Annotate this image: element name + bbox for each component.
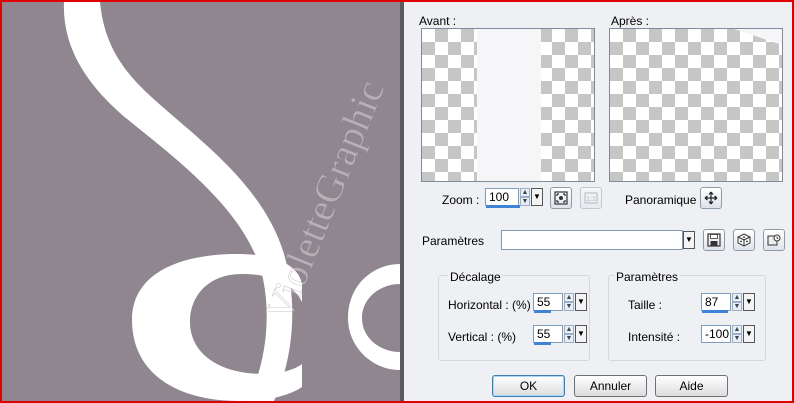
size-level-bar — [702, 310, 728, 313]
svg-text:1:1: 1:1 — [586, 196, 596, 203]
cancel-button[interactable]: Annuler — [574, 375, 647, 397]
chevron-down-icon: ▼ — [745, 297, 753, 306]
preset-manager-icon — [767, 234, 781, 246]
spin-down-icon[interactable]: ▼ — [520, 197, 530, 206]
presets-dropdown-button[interactable]: ▼ — [683, 231, 695, 249]
randomize-button[interactable] — [733, 229, 755, 251]
save-preset-button[interactable] — [703, 229, 725, 251]
intensity-label: Intensité : — [628, 330, 681, 344]
help-button[interactable]: Aide — [655, 375, 728, 397]
vertical-spinner[interactable]: ▲ ▼ — [564, 325, 574, 343]
before-preview-shape — [477, 29, 541, 181]
chevron-down-icon: ▼ — [745, 329, 753, 338]
params-group-title: Paramètres — [614, 270, 681, 284]
spin-up-icon[interactable]: ▲ — [732, 293, 742, 302]
zoom-level-bar — [486, 205, 520, 208]
presets-combobox[interactable] — [501, 230, 683, 250]
fit-window-icon — [554, 191, 568, 205]
spin-down-icon[interactable]: ▼ — [564, 302, 574, 311]
offset-group — [438, 275, 590, 361]
ok-button[interactable]: OK — [492, 375, 565, 397]
size-value: 87 — [705, 295, 719, 309]
horizontal-input[interactable]: 55 — [533, 293, 563, 313]
intensity-spinner[interactable]: ▲ ▼ — [732, 325, 742, 343]
zoom-spinner[interactable]: ▲ ▼ — [520, 188, 530, 206]
spin-down-icon[interactable]: ▼ — [732, 334, 742, 343]
chevron-down-icon: ▼ — [533, 192, 541, 201]
save-disk-icon — [707, 233, 721, 247]
after-preview-shape — [734, 29, 782, 45]
params-group — [608, 275, 766, 361]
after-label: Après : — [611, 14, 650, 28]
vertical-value: 55 — [537, 327, 551, 341]
spin-down-icon[interactable]: ▼ — [732, 302, 742, 311]
zoom-value: 100 — [489, 190, 510, 204]
decorative-swirl-graphic: VioletteGraphic — [2, 2, 400, 401]
preset-manager-button[interactable] — [763, 229, 785, 251]
move-arrows-icon — [704, 191, 718, 205]
zoom-fit-button[interactable] — [550, 187, 572, 209]
chevron-down-icon: ▼ — [685, 235, 693, 244]
spin-up-icon[interactable]: ▲ — [564, 293, 574, 302]
pan-label: Panoramique : — [625, 193, 704, 207]
size-dropdown-button[interactable]: ▼ — [743, 293, 755, 311]
vertical-input[interactable]: 55 — [533, 325, 563, 345]
actual-size-icon: 1:1 — [584, 192, 598, 204]
pan-button[interactable] — [700, 187, 722, 209]
offset-group-title: Décalage — [448, 270, 503, 284]
size-spinner[interactable]: ▲ ▼ — [732, 293, 742, 311]
horizontal-spinner[interactable]: ▲ ▼ — [564, 293, 574, 311]
actual-size-button[interactable]: 1:1 — [580, 187, 602, 209]
zoom-label: Zoom : — [442, 193, 480, 207]
horizontal-dropdown-button[interactable]: ▼ — [575, 293, 587, 311]
vertical-label: Vertical : (%) — [448, 330, 517, 344]
size-label: Taille : — [628, 298, 663, 312]
before-label: Avant : — [419, 14, 457, 28]
chevron-down-icon: ▼ — [577, 297, 585, 306]
intensity-input[interactable]: -100 — [701, 325, 731, 343]
spin-down-icon[interactable]: ▼ — [564, 334, 574, 343]
after-preview[interactable] — [609, 28, 783, 182]
zoom-dropdown-button[interactable]: ▼ — [531, 188, 543, 206]
horizontal-value: 55 — [537, 295, 551, 309]
vertical-level-bar — [534, 342, 551, 345]
intensity-dropdown-button[interactable]: ▼ — [743, 325, 755, 343]
intensity-value: -100 — [705, 327, 730, 341]
spin-up-icon[interactable]: ▲ — [732, 325, 742, 334]
size-input[interactable]: 87 — [701, 293, 731, 313]
dice-icon — [737, 233, 751, 247]
spin-up-icon[interactable]: ▲ — [564, 325, 574, 334]
canvas-image: VioletteGraphic — [2, 2, 400, 401]
chevron-down-icon: ▼ — [577, 329, 585, 338]
vertical-dropdown-button[interactable]: ▼ — [575, 325, 587, 343]
horizontal-label: Horizontal : (%) — [448, 298, 531, 312]
horizontal-level-bar — [534, 310, 551, 313]
spin-up-icon[interactable]: ▲ — [520, 188, 530, 197]
screenshot-frame: VioletteGraphic Avant : Après : Zoom : 1… — [0, 0, 794, 403]
zoom-input[interactable]: 100 — [485, 188, 520, 208]
before-preview[interactable] — [421, 28, 595, 182]
presets-label: Paramètres — [422, 234, 485, 248]
filter-dialog: Avant : Après : Zoom : 100 ▲ ▼ ▼ 1:1 Pan… — [404, 2, 792, 401]
